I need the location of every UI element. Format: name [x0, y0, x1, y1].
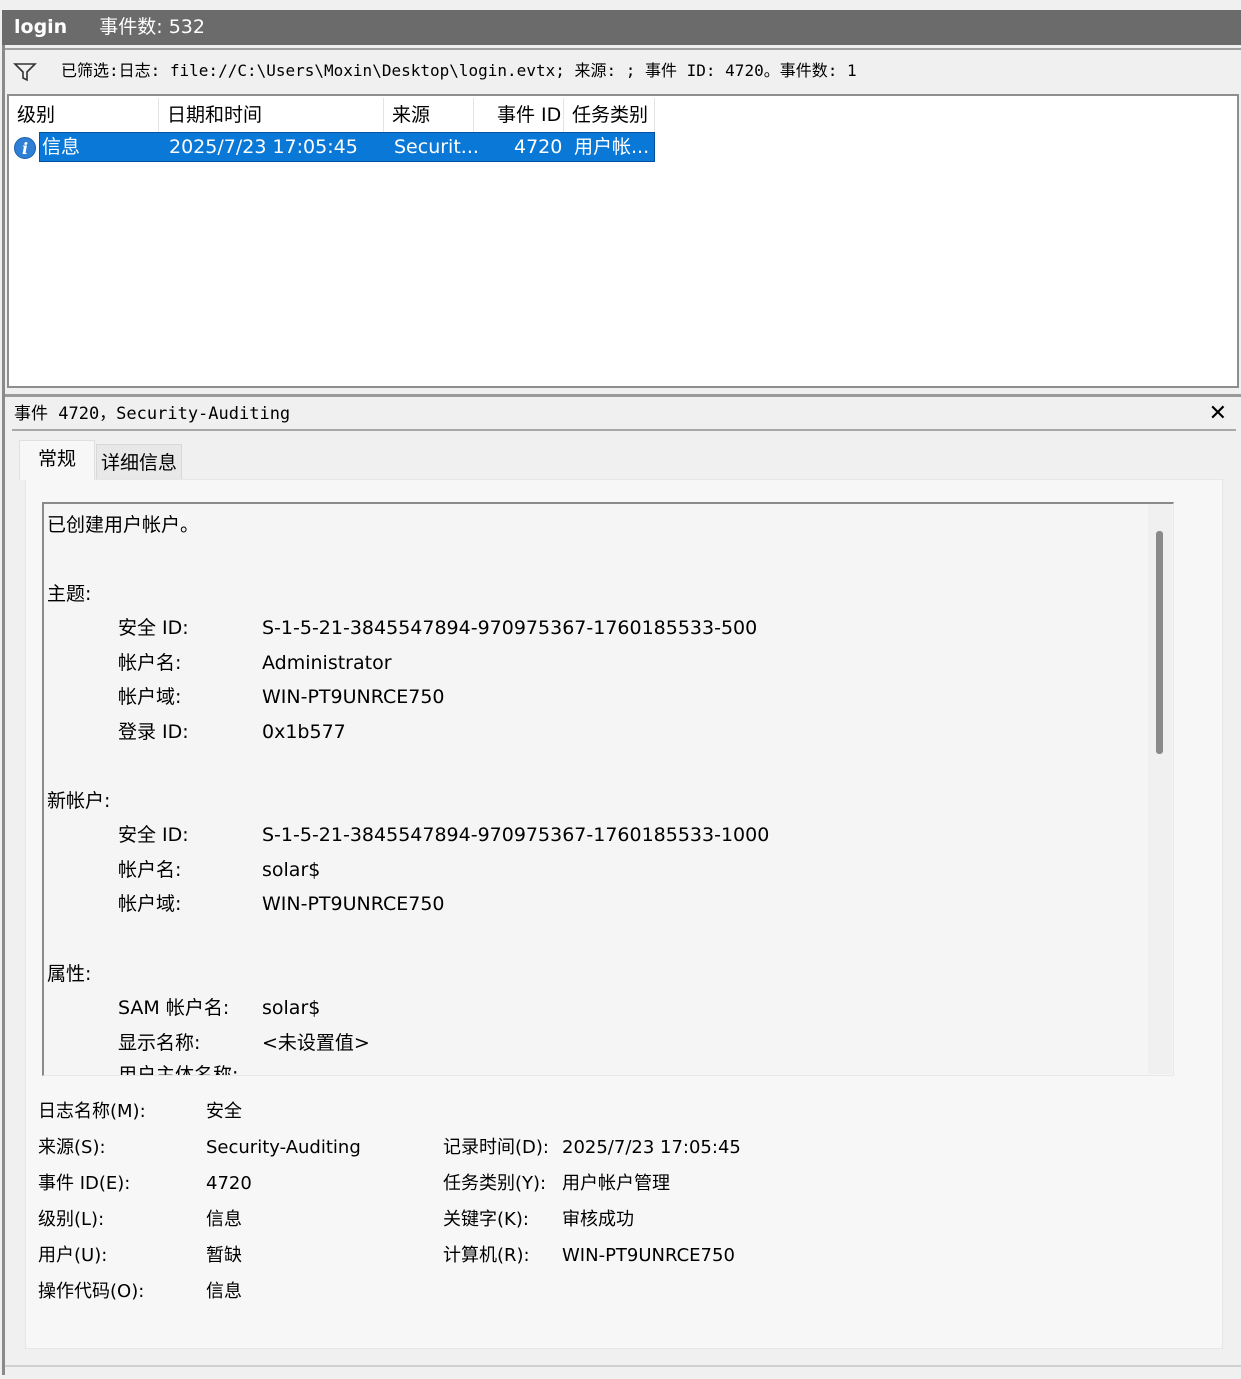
- field-value: 0x1b577: [262, 721, 346, 743]
- field-value: Administrator: [262, 652, 392, 674]
- field-label: 帐户域:: [118, 686, 182, 708]
- meta-value: 4720: [206, 1173, 252, 1194]
- meta-label: 用户(U):: [38, 1245, 108, 1266]
- column-header-source[interactable]: 来源: [384, 98, 474, 132]
- field-label: 显示名称:: [118, 1032, 201, 1054]
- meta-label: 级别(L):: [38, 1209, 105, 1230]
- meta-value: 用户帐户管理: [562, 1173, 670, 1194]
- column-header-datetime[interactable]: 日期和时间: [159, 98, 384, 132]
- left-border: [2, 45, 5, 1375]
- row-level: 信息: [42, 136, 81, 158]
- event-list: 级别 日期和时间 来源 事件 ID 任务类别 i 信息 2025/7/23 17…: [7, 94, 1239, 388]
- field-label: 用户主体名称:: [118, 1064, 239, 1076]
- meta-label: 关键字(K):: [443, 1209, 529, 1230]
- meta-value: 2025/7/23 17:05:45: [562, 1137, 741, 1158]
- attributes-header: 属性:: [47, 963, 92, 985]
- meta-label: 任务类别(Y):: [443, 1173, 547, 1194]
- meta-value: 审核成功: [562, 1209, 634, 1230]
- subject-header: 主题:: [47, 583, 92, 605]
- info-icon: i: [14, 137, 36, 159]
- divider: [12, 429, 1236, 431]
- close-icon[interactable]: ✕: [1209, 397, 1227, 431]
- field-label: 帐户名:: [118, 859, 182, 881]
- meta-value: WIN-PT9UNRCE750: [562, 1245, 735, 1266]
- meta-label: 事件 ID(E):: [38, 1173, 131, 1194]
- filter-icon[interactable]: [13, 62, 37, 82]
- field-value: <未设置值>: [262, 1032, 370, 1054]
- meta-value: 信息: [206, 1281, 242, 1302]
- event-description-box[interactable]: 已创建用户帐户。 主题: 安全 ID: S-1-5-21-3845547894-…: [42, 502, 1174, 1076]
- event-detail-title: 事件 4720，Security-Auditing: [14, 404, 291, 424]
- column-header-task-category[interactable]: 任务类别: [564, 98, 655, 132]
- event-detail-title-bar: 事件 4720，Security-Auditing ✕: [5, 394, 1241, 430]
- field-label: 安全 ID:: [118, 617, 189, 639]
- meta-label: 操作代码(O):: [38, 1281, 145, 1302]
- column-header-level[interactable]: 级别: [9, 98, 159, 132]
- meta-label: 计算机(R):: [443, 1245, 530, 1266]
- tab-details[interactable]: 详细信息: [96, 444, 182, 480]
- meta-label: 来源(S):: [38, 1137, 106, 1158]
- event-count: 事件数: 532: [99, 16, 205, 38]
- row-task: 用户帐...: [574, 136, 650, 158]
- row-source: Securit...: [394, 136, 479, 158]
- field-value: solar$: [262, 859, 321, 881]
- field-value: S-1-5-21-3845547894-970975367-1760185533…: [262, 617, 758, 639]
- field-value: solar$: [262, 997, 321, 1019]
- new-account-header: 新帐户:: [47, 790, 111, 812]
- field-value: S-1-5-21-3845547894-970975367-1760185533…: [262, 824, 770, 846]
- field-label: 帐户名:: [118, 652, 182, 674]
- field-value: WIN-PT9UNRCE750: [262, 686, 445, 708]
- tab-general[interactable]: 常规: [19, 440, 95, 480]
- field-label: 帐户域:: [118, 893, 182, 915]
- field-label: SAM 帐户名:: [118, 997, 230, 1019]
- meta-value: 信息: [206, 1209, 242, 1230]
- meta-label: 记录时间(D):: [443, 1137, 549, 1158]
- row-datetime: 2025/7/23 17:05:45: [169, 136, 358, 158]
- bottom-border: [5, 1365, 1241, 1367]
- field-label: 登录 ID:: [118, 721, 189, 743]
- meta-label: 日志名称(M):: [38, 1101, 146, 1122]
- log-title: login: [14, 16, 68, 38]
- meta-value: Security-Auditing: [206, 1137, 361, 1158]
- filter-text: 已筛选:日志: file://C:\Users\Moxin\Desktop\lo…: [61, 61, 857, 80]
- field-label: 安全 ID:: [118, 824, 189, 846]
- field-value: WIN-PT9UNRCE750: [262, 893, 445, 915]
- row-event-id: 4720: [514, 136, 563, 158]
- column-header-event-id[interactable]: 事件 ID: [474, 98, 564, 132]
- scrollbar-thumb[interactable]: [1156, 531, 1163, 754]
- title-bar: login 事件数: 532: [2, 10, 1241, 45]
- meta-value: 安全: [206, 1101, 242, 1122]
- meta-value: 暂缺: [206, 1245, 242, 1266]
- filter-bar: 已筛选:日志: file://C:\Users\Moxin\Desktop\lo…: [5, 48, 1241, 92]
- summary-text: 已创建用户帐户。: [47, 514, 200, 536]
- table-row[interactable]: 信息 2025/7/23 17:05:45 Securit... 4720 用户…: [39, 132, 655, 162]
